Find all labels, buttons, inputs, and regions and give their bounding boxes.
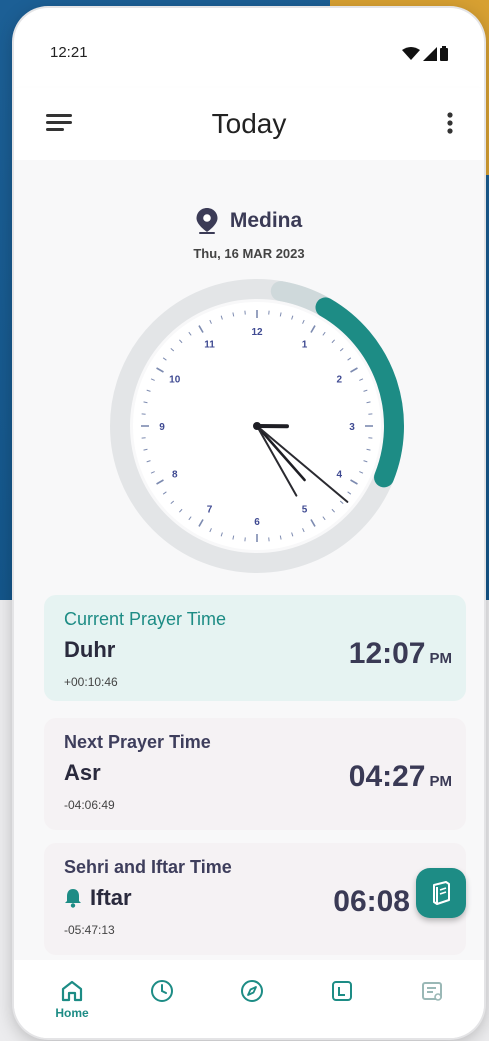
prayer-time-value: 06:08: [333, 885, 410, 918]
nav-calendar[interactable]: [312, 978, 372, 1004]
home-content: Medina Thu, 16 MAR 2023 12 1 2 3 4 5 6 7 8 9 10 11 …: [14, 160, 484, 960]
clock-number: 8: [172, 470, 178, 481]
checklist-icon: [422, 982, 442, 1001]
next-prayer-card[interactable]: Next Prayer Time Asr -04:06:49 04:27 PM: [44, 718, 466, 830]
book-icon: [433, 881, 450, 905]
analog-clock: 121234567891011: [110, 279, 404, 573]
prayer-name: Duhr: [64, 637, 115, 663]
clock-number: 6: [254, 517, 260, 528]
phone-frame: 12:21 Today Medina Thu, 16 MAR 2023 12 1…: [14, 8, 484, 1038]
prayer-time-value: 12:07: [348, 637, 426, 670]
clock-number: 11: [204, 340, 215, 351]
location-header[interactable]: Medina: [14, 208, 484, 234]
prayer-name: Iftar: [64, 885, 132, 911]
prayer-offset: -05:47:13: [64, 923, 115, 937]
prayer-name: Asr: [64, 760, 101, 786]
clock-center: [253, 422, 261, 430]
prayer-name-text: Iftar: [90, 885, 132, 910]
card-title: Current Prayer Time: [64, 609, 227, 629]
status-time: 12:21: [50, 44, 88, 61]
location-pin-icon: [196, 208, 218, 234]
compass-icon: [241, 980, 263, 1002]
status-bar: 12:21: [14, 8, 484, 88]
prayer-time: 04:27 PM: [349, 760, 452, 794]
clock-number: 5: [302, 504, 308, 515]
current-date: Thu, 16 MAR 2023: [193, 246, 305, 261]
status-icons: [402, 46, 448, 61]
nav-home[interactable]: Home: [42, 978, 102, 1020]
prayer-name-text: Duhr: [64, 637, 116, 662]
prayer-time-ampm: PM: [429, 773, 453, 790]
quran-fab-button[interactable]: [416, 868, 466, 918]
home-icon: [61, 980, 83, 1002]
clock-number: 1: [302, 340, 308, 351]
clock-number: 7: [207, 504, 213, 515]
prayer-time: 06:08: [333, 885, 410, 919]
prayer-offset: -04:06:49: [64, 798, 115, 812]
clock-number: 12: [251, 327, 263, 338]
nav-home-label: Home: [55, 1006, 89, 1020]
prayer-time-value: 04:27: [348, 760, 426, 793]
clock-icon: [151, 980, 173, 1002]
clock-number: 4: [336, 470, 342, 481]
current-prayer-card[interactable]: Current Prayer Time Duhr +00:10:46 12:07…: [44, 595, 466, 701]
bell-icon: [65, 889, 81, 908]
clock-number: 2: [336, 375, 342, 386]
page-title: Today: [211, 108, 287, 139]
card-title: Sehri and Iftar Time: [64, 857, 232, 877]
prayer-time-ampm: PM: [429, 650, 453, 667]
location-name: Medina: [229, 209, 303, 232]
prayer-offset: +00:10:46: [64, 675, 118, 689]
app-bar: Today: [14, 88, 484, 160]
wifi-icon: [402, 46, 420, 60]
nav-checklist[interactable]: [402, 978, 462, 1004]
more-vertical-icon[interactable]: [444, 108, 456, 138]
prayer-time: 12:07 PM: [349, 637, 452, 671]
clock-number: 10: [169, 375, 181, 386]
sehri-iftar-card[interactable]: Sehri and Iftar Time Iftar -05:47:13 06:…: [44, 843, 466, 955]
battery-icon: [440, 46, 448, 61]
signal-icon: [423, 46, 437, 61]
clock-number: 9: [159, 422, 165, 433]
card-title: Next Prayer Time: [64, 732, 211, 752]
nav-qibla[interactable]: [222, 978, 282, 1004]
bottom-navigation: Home: [14, 960, 484, 1038]
clock-number: 3: [349, 422, 355, 433]
calendar-icon: [332, 981, 352, 1001]
prayer-name-text: Asr: [64, 760, 101, 785]
nav-prayer-times[interactable]: [132, 978, 192, 1004]
